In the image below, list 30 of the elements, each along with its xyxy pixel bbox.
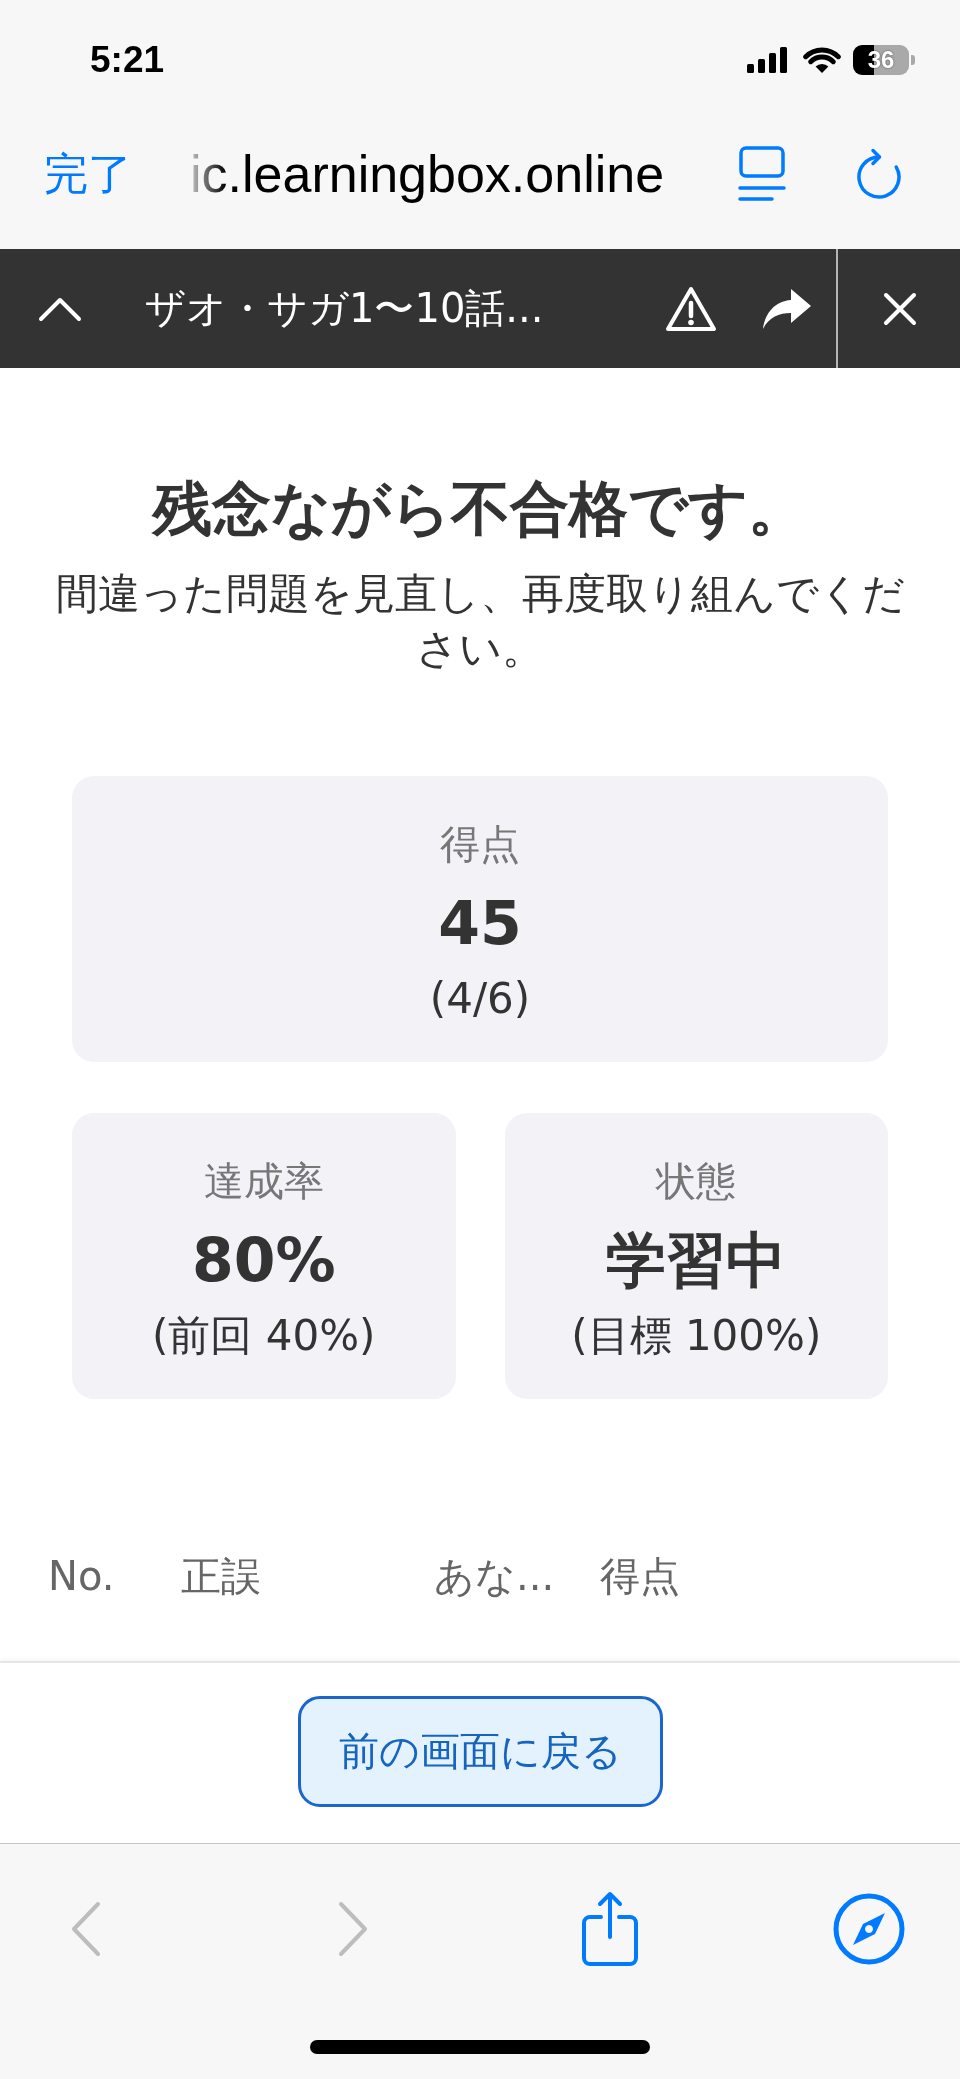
wifi-icon bbox=[803, 46, 841, 74]
reload-icon[interactable] bbox=[855, 148, 903, 200]
course-title: ザオ・サガ1〜10話... bbox=[145, 284, 544, 333]
card-label: 得点 bbox=[439, 820, 521, 869]
url-label: ic.learningbox.online bbox=[190, 144, 665, 204]
done-button[interactable]: 完了 bbox=[44, 144, 132, 204]
back-button[interactable]: 前の画面に戻る bbox=[297, 1695, 663, 1807]
column-header: あな... bbox=[434, 1552, 556, 1601]
share-icon[interactable] bbox=[581, 1891, 639, 1967]
column-header: No. bbox=[48, 1552, 116, 1601]
signal-icon bbox=[747, 47, 788, 73]
status-time: 5:21 bbox=[90, 39, 165, 81]
curved-arrow-icon[interactable] bbox=[761, 286, 813, 331]
card-detail: (前回 40%) bbox=[151, 1311, 377, 1361]
result-title: 残念ながら不合格です。 bbox=[150, 474, 808, 544]
card-detail: (目標 100%) bbox=[570, 1311, 823, 1361]
chevron-up-icon[interactable] bbox=[38, 295, 82, 322]
column-header: 正誤 bbox=[181, 1552, 262, 1601]
card-detail: (4/6) bbox=[428, 974, 532, 1024]
card-label: 達成率 bbox=[202, 1157, 325, 1206]
card-value: 80% bbox=[190, 1224, 337, 1296]
card-value: 45 bbox=[437, 887, 523, 959]
card-value: 学習中 bbox=[605, 1224, 788, 1296]
close-icon[interactable] bbox=[883, 291, 917, 326]
card-label: 状態 bbox=[654, 1157, 738, 1206]
result-message: 間違った問題を見直し、再度取り組んでください。 bbox=[54, 568, 906, 675]
column-header: 得点 bbox=[600, 1552, 681, 1601]
reader-icon[interactable] bbox=[738, 146, 786, 202]
warning-icon[interactable] bbox=[665, 285, 717, 332]
compass-icon[interactable] bbox=[833, 1893, 905, 1965]
